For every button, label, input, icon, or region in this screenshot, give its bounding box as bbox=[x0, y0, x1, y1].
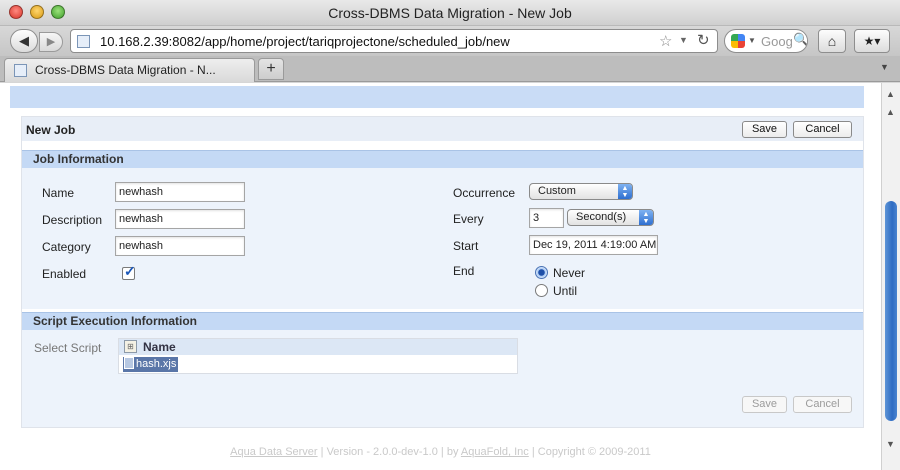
end-never-radio[interactable] bbox=[535, 266, 548, 279]
every-unit-select[interactable]: Second(s) ▲ ▼ bbox=[567, 209, 654, 226]
end-label: End bbox=[453, 264, 475, 278]
end-until-label[interactable]: Until bbox=[553, 284, 577, 298]
product-link[interactable]: Aqua Data Server bbox=[230, 446, 317, 458]
search-engine-dropdown-icon[interactable]: ▼ bbox=[748, 36, 756, 45]
cancel-button[interactable]: Cancel bbox=[793, 121, 852, 138]
scroll-up-icon[interactable]: ▲ bbox=[886, 89, 895, 99]
bookmarks-icon: ★▾ bbox=[863, 34, 881, 48]
end-until-radio[interactable] bbox=[535, 284, 548, 297]
new-tab-button[interactable]: + bbox=[258, 58, 284, 80]
occurrence-label: Occurrence bbox=[453, 186, 516, 200]
home-button[interactable]: ⌂ bbox=[818, 29, 846, 53]
window-title: Cross-DBMS Data Migration - New Job bbox=[328, 5, 572, 21]
tab-active[interactable]: Cross-DBMS Data Migration - N... bbox=[4, 58, 255, 82]
url-text[interactable]: 10.168.2.39:8082/app/home/project/tariqp… bbox=[100, 34, 510, 49]
enabled-checkbox[interactable]: ✓ bbox=[122, 263, 136, 280]
occurrence-value: Custom bbox=[538, 185, 576, 197]
script-file-icon bbox=[124, 357, 134, 369]
select-arrows-icon: ▲ ▼ bbox=[639, 210, 653, 225]
page-header-band bbox=[10, 86, 864, 108]
panel-header: New Job Save Cancel bbox=[22, 117, 863, 141]
scrollbar-thumb[interactable] bbox=[885, 201, 897, 421]
checkmark-icon: ✓ bbox=[124, 263, 136, 279]
site-favicon-icon bbox=[77, 35, 90, 48]
search-input[interactable]: Goog bbox=[761, 34, 793, 49]
every-label: Every bbox=[453, 212, 484, 226]
browser-toolbar: ◀ ▶ 10.168.2.39:8082/app/home/project/ta… bbox=[0, 26, 900, 56]
script-name: hash.xjs bbox=[136, 358, 177, 370]
tab-favicon-icon bbox=[14, 64, 27, 77]
script-execution-body: Select Script ⊞ Name hash.xjs Save Cance… bbox=[22, 330, 863, 427]
company-link[interactable]: AquaFold, Inc bbox=[461, 446, 529, 458]
back-arrow-icon: ◀ bbox=[19, 33, 29, 48]
save-button-bottom[interactable]: Save bbox=[742, 396, 787, 413]
script-execution-header: Script Execution Information bbox=[22, 312, 863, 330]
job-information-body: Name newhash Description newhash Categor… bbox=[22, 168, 863, 309]
end-never-label[interactable]: Never bbox=[553, 266, 585, 280]
scroll-down-icon[interactable]: ▼ bbox=[886, 439, 895, 449]
script-list: ⊞ Name hash.xjs bbox=[118, 338, 518, 374]
search-bar[interactable]: ▼ Goog 🔍 bbox=[724, 29, 808, 53]
home-icon: ⌂ bbox=[827, 33, 837, 49]
select-arrows-icon: ▲ ▼ bbox=[618, 184, 632, 199]
forward-button[interactable]: ▶ bbox=[39, 32, 63, 52]
script-execution-title: Script Execution Information bbox=[33, 314, 198, 328]
job-information-title: Job Information bbox=[33, 152, 124, 166]
tab-label: Cross-DBMS Data Migration - N... bbox=[35, 63, 216, 77]
google-icon[interactable] bbox=[731, 34, 745, 48]
scroll-up-secondary-icon[interactable]: ▲ bbox=[886, 107, 895, 117]
description-label: Description bbox=[42, 213, 103, 227]
page-viewport: New Job Save Cancel Job Information Name… bbox=[0, 83, 900, 470]
script-tree-icon: ⊞ bbox=[124, 340, 137, 353]
name-field[interactable]: newhash bbox=[115, 182, 245, 202]
select-script-label: Select Script bbox=[34, 341, 102, 355]
name-column-header[interactable]: Name bbox=[143, 340, 176, 354]
script-row-selected[interactable]: hash.xjs bbox=[123, 357, 179, 372]
copyright-text: | Copyright © 2009-2011 bbox=[531, 446, 651, 458]
script-row[interactable]: hash.xjs bbox=[119, 356, 517, 373]
forward-arrow-icon: ▶ bbox=[46, 36, 56, 48]
version-text: | Version - 2.0.0-dev-1.0 | by bbox=[320, 446, 459, 458]
save-button[interactable]: Save bbox=[742, 121, 787, 138]
page-footer: Aqua Data Server | Version - 2.0.0-dev-1… bbox=[0, 446, 881, 458]
occurrence-select[interactable]: Custom ▲ ▼ bbox=[529, 183, 633, 200]
history-dropdown-icon[interactable]: ▼ bbox=[679, 35, 688, 45]
cancel-button-bottom[interactable]: Cancel bbox=[793, 396, 852, 413]
job-information-header: Job Information bbox=[22, 150, 863, 168]
page-title: New Job bbox=[26, 123, 76, 137]
category-field[interactable]: newhash bbox=[115, 236, 245, 256]
start-datetime-field[interactable]: Dec 19, 2011 4:19:00 AM bbox=[529, 235, 658, 255]
bookmark-star-icon[interactable]: ☆ bbox=[659, 32, 672, 50]
tab-strip: Cross-DBMS Data Migration - N... + ▼ bbox=[0, 56, 900, 82]
category-label: Category bbox=[42, 240, 91, 254]
address-bar[interactable]: 10.168.2.39:8082/app/home/project/tariqp… bbox=[70, 29, 718, 53]
every-field[interactable]: 3 bbox=[529, 208, 564, 228]
vertical-scrollbar[interactable]: ▲ ▲ ▼ bbox=[881, 83, 900, 470]
new-job-panel: New Job Save Cancel Job Information Name… bbox=[21, 116, 864, 428]
search-icon[interactable]: 🔍 bbox=[793, 32, 807, 48]
back-button[interactable]: ◀ bbox=[10, 29, 38, 53]
tab-list-icon[interactable]: ▼ bbox=[880, 62, 889, 72]
description-field[interactable]: newhash bbox=[115, 209, 245, 229]
start-label: Start bbox=[453, 239, 479, 253]
enabled-label: Enabled bbox=[42, 267, 87, 281]
window-titlebar: Cross-DBMS Data Migration - New Job bbox=[0, 0, 900, 26]
name-label: Name bbox=[42, 186, 75, 200]
every-unit-value: Second(s) bbox=[576, 211, 627, 223]
reload-icon[interactable]: ↻ bbox=[697, 31, 710, 49]
bookmarks-button[interactable]: ★▾ bbox=[854, 29, 890, 53]
script-list-header[interactable]: ⊞ Name bbox=[119, 339, 517, 355]
